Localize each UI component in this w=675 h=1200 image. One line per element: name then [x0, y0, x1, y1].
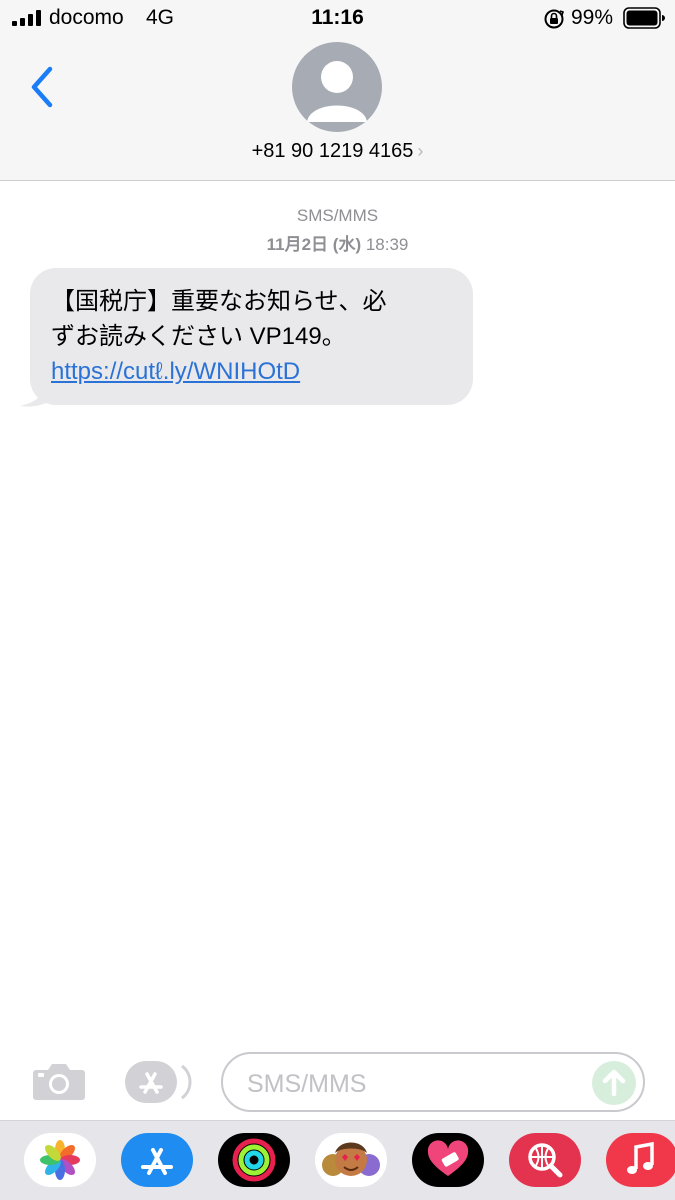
arrow-up-icon: [602, 1069, 626, 1097]
memoji-app-button[interactable]: [315, 1133, 387, 1187]
imessage-app-drawer: [0, 1120, 675, 1200]
message-time: 18:39: [365, 235, 409, 254]
message-text-line2: ずお読みください VP149。: [51, 323, 346, 350]
message-weekday: (水): [332, 235, 362, 254]
message-input-placeholder: SMS/MMS: [247, 1070, 367, 1098]
activity-app-button[interactable]: [218, 1133, 290, 1187]
activity-icon: [232, 1138, 276, 1182]
message-date: 11月2日: [266, 235, 329, 254]
app-store-icon[interactable]: [124, 1060, 192, 1104]
message-type-label: SMS/MMS: [296, 206, 379, 225]
memoji-icon: [322, 1142, 380, 1176]
music-icon: [627, 1141, 654, 1174]
camera-icon[interactable]: [32, 1060, 86, 1102]
contact-avatar[interactable]: [292, 42, 382, 132]
message-link[interactable]: https://cutℓ.ly/WNIHOtD: [51, 358, 300, 385]
chevron-left-icon[interactable]: [24, 64, 60, 110]
heart-app-button[interactable]: [412, 1133, 484, 1187]
person-icon: [307, 61, 367, 122]
contact-name-button[interactable]: +81 90 1219 4165 ›: [0, 140, 675, 163]
music-app-button[interactable]: [606, 1133, 675, 1187]
status-bar: docomo 4G 11:16 99%: [0, 0, 675, 38]
search-app-button[interactable]: [509, 1133, 581, 1187]
app-store-app-button[interactable]: [121, 1133, 193, 1187]
heart-app-icon: [427, 1140, 469, 1176]
send-button[interactable]: [592, 1061, 636, 1105]
message-bubble[interactable]: 【国税庁】重要なお知らせ、必 ずお読みください VP149。 https://c…: [30, 268, 473, 405]
rotation-lock-icon: [544, 9, 565, 29]
message-text-line1: 【国税庁】重要なお知らせ、必: [51, 288, 387, 315]
battery-icon: [623, 7, 665, 29]
conversation-header: docomo 4G 11:16 99% +81 90 1219 4165 ›: [0, 0, 675, 181]
message-timestamp: 11月2日 (水) 18:39: [0, 230, 675, 255]
photos-app-button[interactable]: [24, 1133, 96, 1187]
battery-percent: 99%: [571, 6, 614, 29]
contact-number: +81 90 1219 4165: [251, 140, 414, 162]
search-globe-icon: [528, 1143, 563, 1178]
chevron-right-icon: ›: [417, 141, 424, 161]
message-input[interactable]: SMS/MMS: [221, 1052, 645, 1112]
app-store-icon: [141, 1148, 173, 1175]
photos-icon: [40, 1140, 80, 1180]
